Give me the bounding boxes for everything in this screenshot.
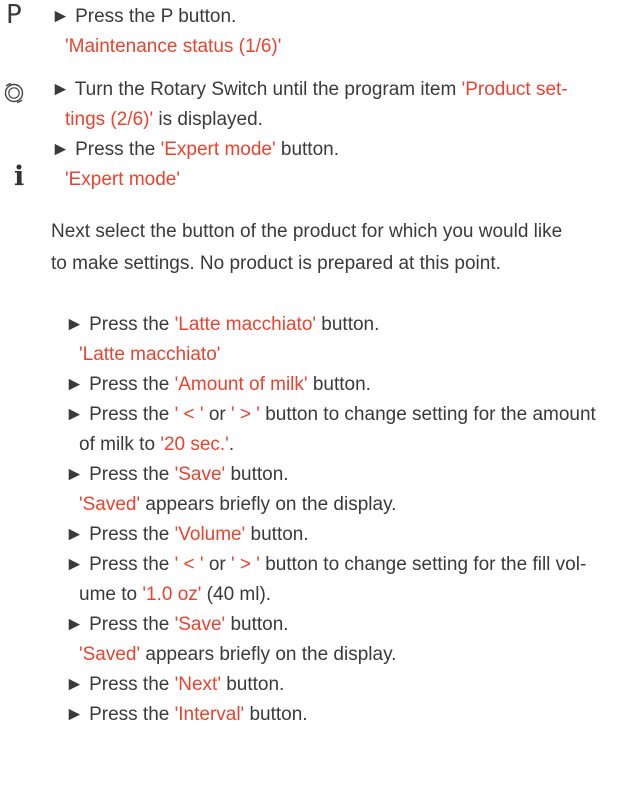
display-label: 'Latte macchiato' [79, 344, 221, 365]
step-text: button to change setting for the amount [259, 404, 596, 425]
highlight-text: 'Save' [174, 464, 226, 485]
p-button-icon: P [6, 0, 22, 30]
step-text: ► Press the [65, 554, 175, 575]
highlight-text: ' > ' [231, 554, 260, 575]
display-text: 'Expert mode' [65, 168, 180, 192]
highlight-text: ' > ' [231, 404, 260, 425]
step-interval: ► Press the 'Interval' button. [65, 703, 308, 727]
step-save: ► Press the 'Save' button. [65, 463, 289, 487]
step-latte: ► Press the 'Latte macchiato' button. [65, 313, 379, 337]
step-text: appears briefly on the display. [140, 494, 397, 515]
step-text: button. [245, 524, 309, 545]
step-text: button. [275, 139, 339, 160]
highlight-text: tings (2/6)' [65, 109, 154, 130]
info-text: to make settings. No product is prepared… [51, 253, 501, 274]
info-icon: i [14, 161, 25, 192]
step-press-p: ► Press the P button. [51, 5, 236, 29]
step-text: ► Press the [65, 464, 175, 485]
step-next: ► Press the 'Next' button. [65, 673, 284, 697]
display-label: 'Saved' [79, 644, 141, 665]
step-expert-mode: ► Press the 'Expert mode' button. [51, 138, 339, 162]
step-text: button. [316, 314, 380, 335]
step-text: . [228, 434, 235, 455]
display-text: 'Saved' appears briefly on the display. [79, 643, 396, 667]
step-text: ume to [79, 584, 143, 605]
step-text: appears briefly on the display. [140, 644, 397, 665]
highlight-text: 'Expert mode' [160, 139, 276, 160]
step-text: of milk to [79, 434, 161, 455]
step-save: ► Press the 'Save' button. [65, 613, 289, 637]
info-text: Next select the button of the product fo… [51, 221, 563, 242]
highlight-text: '20 sec.' [160, 434, 229, 455]
step-text: (40 ml). [201, 584, 272, 605]
step-continuation: of milk to '20 sec.'. [79, 433, 234, 457]
step-text: ► Press the P button. [51, 6, 237, 27]
step-text: or [203, 404, 231, 425]
step-text: ► Press the [65, 314, 175, 335]
highlight-text: 'Latte macchiato' [174, 314, 317, 335]
step-turn-rotary: ► Turn the Rotary Switch until the progr… [51, 78, 568, 102]
display-label: 'Expert mode' [65, 169, 180, 190]
highlight-text: 'Next' [174, 674, 221, 695]
highlight-text: 'Save' [174, 614, 226, 635]
info-note-line: to make settings. No product is prepared… [51, 252, 501, 276]
info-note-line: Next select the button of the product fo… [51, 220, 562, 244]
step-text: is displayed. [153, 109, 263, 130]
step-text: or [203, 554, 231, 575]
step-text: ► Press the [65, 524, 175, 545]
display-text: 'Maintenance status (1/6)' [65, 35, 281, 59]
step-text: button to change setting for the fill vo… [259, 554, 587, 575]
highlight-text: ' < ' [174, 404, 204, 425]
step-text: ► Press the [65, 404, 175, 425]
highlight-text: 'Volume' [174, 524, 246, 545]
step-continuation: ume to '1.0 oz' (40 ml). [79, 583, 271, 607]
display-label: 'Maintenance status (1/6)' [65, 36, 282, 57]
display-text: 'Saved' appears briefly on the display. [79, 493, 396, 517]
step-text: button. [225, 614, 289, 635]
step-text: button. [307, 374, 371, 395]
highlight-text: '1.0 oz' [142, 584, 202, 605]
display-text: 'Latte macchiato' [79, 343, 220, 367]
highlight-text: 'Product set- [461, 79, 568, 100]
step-text: button. [220, 674, 285, 695]
step-text: ► Press the [65, 614, 175, 635]
step-volume: ► Press the 'Volume' button. [65, 523, 309, 547]
highlight-text: ' < ' [174, 554, 204, 575]
step-continuation: tings (2/6)' is displayed. [65, 108, 263, 132]
step-change-milk: ► Press the ' < ' or ' > ' button to cha… [65, 403, 596, 427]
display-label: 'Saved' [79, 494, 141, 515]
step-text: ► Press the [51, 139, 161, 160]
step-change-volume: ► Press the ' < ' or ' > ' button to cha… [65, 553, 586, 577]
rotary-switch-icon [4, 82, 24, 104]
highlight-text: 'Interval' [174, 704, 245, 725]
step-text: button. [225, 464, 289, 485]
step-text: button. [244, 704, 308, 725]
step-text: ► Press the [65, 374, 175, 395]
step-amount-milk: ► Press the 'Amount of milk' button. [65, 373, 371, 397]
highlight-text: 'Amount of milk' [174, 374, 308, 395]
step-text: ► Press the [65, 674, 175, 695]
step-text: ► Turn the Rotary Switch until the progr… [51, 79, 462, 100]
step-text: ► Press the [65, 704, 175, 725]
